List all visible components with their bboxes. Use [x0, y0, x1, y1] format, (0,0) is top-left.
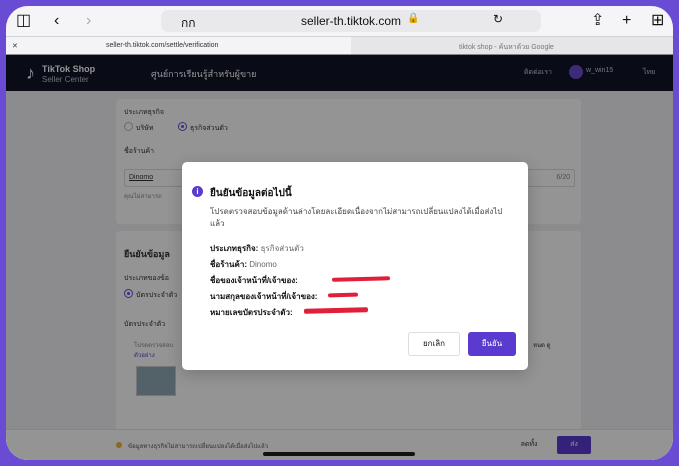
back-icon[interactable]: ‹: [54, 12, 59, 30]
reload-icon[interactable]: ↻: [493, 12, 503, 26]
tab-strip: ✕ seller-th.tiktok.com/settle/verificati…: [6, 36, 673, 56]
confirm-dialog: i ยืนยันข้อมูลต่อไปนี้ โปรดตรวจสอบข้อมูล…: [182, 162, 528, 370]
id-number-key: หมายเลขบัตรประจำตัว:: [210, 308, 293, 317]
sidebar-icon[interactable]: ◫: [16, 12, 31, 30]
redaction-mark: [327, 292, 359, 298]
confirm-button[interactable]: ยืนยัน: [468, 332, 516, 356]
owner-last-name-row: นามสกุลของเจ้าหน้าที่/เจ้าของ:: [210, 290, 317, 303]
share-icon[interactable]: ⇪: [591, 12, 604, 30]
redaction-mark: [303, 307, 369, 314]
tabs-overview-icon[interactable]: ⊞: [651, 12, 664, 30]
tab-active[interactable]: ✕ seller-th.tiktok.com/settle/verificati…: [6, 37, 351, 55]
business-type-value: ธุรกิจส่วนตัว: [260, 244, 304, 253]
url-text: seller-th.tiktok.com: [301, 14, 402, 28]
new-tab-icon[interactable]: +: [622, 12, 631, 30]
forward-icon[interactable]: ›: [86, 12, 91, 30]
close-tab-icon[interactable]: ✕: [12, 42, 18, 50]
business-type-row: ประเภทธุรกิจ: ธุรกิจส่วนตัว: [210, 242, 304, 255]
shop-name-key: ชื่อร้านค้า:: [210, 260, 247, 269]
shop-name-value: Dinomo: [249, 260, 277, 269]
tab-active-label: seller-th.tiktok.com/settle/verification: [106, 42, 219, 49]
lock-icon: 🔒: [407, 13, 420, 24]
owner-first-name-key: ชื่อของเจ้าหน้าที่/เจ้าของ:: [210, 276, 298, 285]
cancel-button[interactable]: ยกเลิก: [408, 332, 460, 356]
address-bar[interactable]: กก seller-th.tiktok.com 🔒 ↻: [161, 10, 541, 32]
dialog-description: โปรดตรวจสอบข้อมูลด้านล่างโดยละเอียดเนื่อ…: [210, 207, 503, 228]
browser-toolbar: ◫ ‹ › กก seller-th.tiktok.com 🔒 ↻ ⇪ + ⊞: [6, 6, 673, 36]
shop-name-row: ชื่อร้านค้า: Dinomo: [210, 258, 277, 271]
tab-group-label: กก: [181, 16, 196, 30]
id-number-row: หมายเลขบัตรประจำตัว:: [210, 306, 293, 319]
tab-inactive[interactable]: tiktok shop - ค้นหาด้วย Google: [351, 37, 673, 55]
ipad-screen: ◫ ‹ › กก seller-th.tiktok.com 🔒 ↻ ⇪ + ⊞ …: [6, 6, 673, 460]
info-icon: i: [192, 186, 203, 197]
business-type-key: ประเภทธุรกิจ:: [210, 244, 259, 253]
owner-first-name-row: ชื่อของเจ้าหน้าที่/เจ้าของ:: [210, 274, 298, 287]
dialog-title: ยืนยันข้อมูลต่อไปนี้: [210, 188, 292, 199]
redaction-mark: [331, 276, 391, 282]
home-indicator[interactable]: [263, 452, 415, 456]
owner-last-name-key: นามสกุลของเจ้าหน้าที่/เจ้าของ:: [210, 292, 318, 301]
tab-inactive-label: tiktok shop - ค้นหาด้วย Google: [459, 44, 554, 51]
